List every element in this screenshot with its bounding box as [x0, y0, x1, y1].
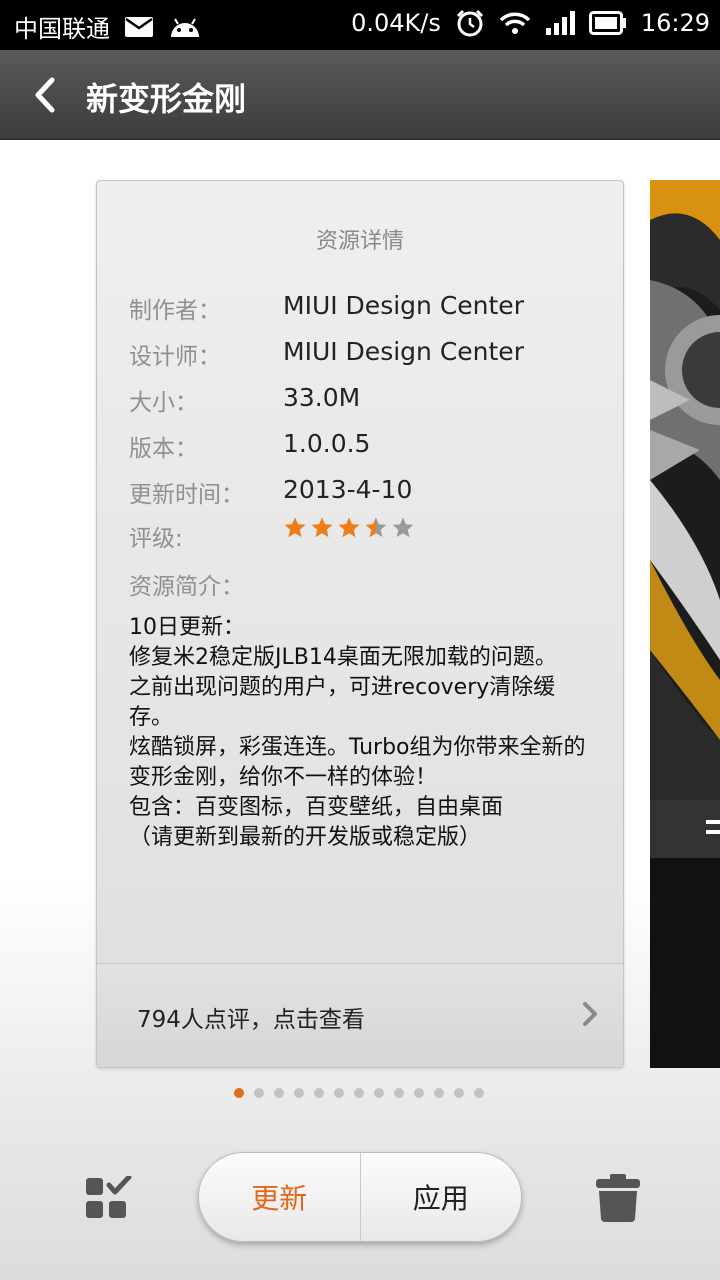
- row-label: 版本：: [129, 436, 198, 462]
- row-label: 设计师：: [129, 344, 221, 370]
- theme-preview-image[interactable]: [650, 180, 720, 1068]
- page-dot: [354, 1088, 364, 1098]
- page-dot: [394, 1088, 404, 1098]
- row-value: 1.0.0.5: [283, 429, 371, 458]
- select-themes-button[interactable]: [84, 1174, 134, 1222]
- page-dot: [334, 1088, 344, 1098]
- intro-label: 资源简介：: [129, 574, 244, 600]
- apply-button[interactable]: 应用: [361, 1153, 522, 1241]
- network-speed: 0.04K/s: [351, 9, 441, 37]
- page-dot: [434, 1088, 444, 1098]
- title-bar: 新变形金刚: [0, 50, 720, 140]
- mail-icon: [124, 16, 154, 38]
- wifi-icon: [499, 11, 531, 35]
- alarm-icon: [455, 9, 485, 37]
- chevron-right-icon: [581, 1000, 599, 1032]
- page-dot: [414, 1088, 424, 1098]
- row-value: MIUI Design Center: [283, 291, 524, 320]
- row-value: 33.0M: [283, 383, 361, 412]
- clock: 16:29: [640, 9, 710, 37]
- page-dot: [234, 1088, 244, 1098]
- android-icon: [168, 15, 202, 39]
- rating-stars: [283, 516, 415, 540]
- page-dot: [274, 1088, 284, 1098]
- row-label: 更新时间：: [129, 482, 244, 508]
- star-icon: [392, 517, 414, 537]
- row-label: 大小：: [129, 390, 198, 416]
- trash-icon: [596, 1174, 640, 1222]
- page-dot: [314, 1088, 324, 1098]
- signal-icon: [545, 10, 575, 36]
- page-dot: [474, 1088, 484, 1098]
- rating-label: 评级:: [129, 526, 183, 552]
- status-bar: 中国联通 0.04K/s 16:29: [0, 0, 720, 50]
- page-dot: [294, 1088, 304, 1098]
- star-icon: [338, 517, 360, 537]
- page-dot: [254, 1088, 264, 1098]
- intro-text: 10日更新： 修复米2稳定版JLB14桌面无限加载的问题。 之前出现问题的用户，…: [129, 615, 586, 850]
- star-icon: [284, 517, 306, 537]
- page-indicator: [234, 1088, 484, 1098]
- row-value: 2013-4-10: [283, 475, 413, 504]
- resource-detail-card: 资源详情 制作者： MIUI Design Center 设计师： MIUI D…: [96, 180, 624, 1068]
- carrier-label: 中国联通: [14, 15, 110, 43]
- battery-icon: [588, 11, 627, 35]
- update-button[interactable]: 更新: [199, 1153, 361, 1241]
- star-icon: [365, 517, 387, 537]
- row-value: MIUI Design Center: [283, 337, 524, 366]
- reviews-link[interactable]: 794人点评，点击查看: [97, 963, 623, 1067]
- card-title: 资源详情: [315, 229, 404, 254]
- chevron-left-icon: [35, 77, 55, 113]
- grid-check-icon: [86, 1174, 132, 1218]
- delete-button[interactable]: [594, 1172, 642, 1224]
- action-pill: 更新 应用: [198, 1152, 522, 1242]
- reviews-link-label: 794人点评，点击查看: [137, 1007, 365, 1033]
- page-dot: [374, 1088, 384, 1098]
- back-button[interactable]: [20, 70, 70, 120]
- page-title: 新变形金刚: [86, 80, 247, 118]
- row-label: 制作者：: [129, 298, 221, 324]
- star-icon: [311, 517, 333, 537]
- page-dot: [454, 1088, 464, 1098]
